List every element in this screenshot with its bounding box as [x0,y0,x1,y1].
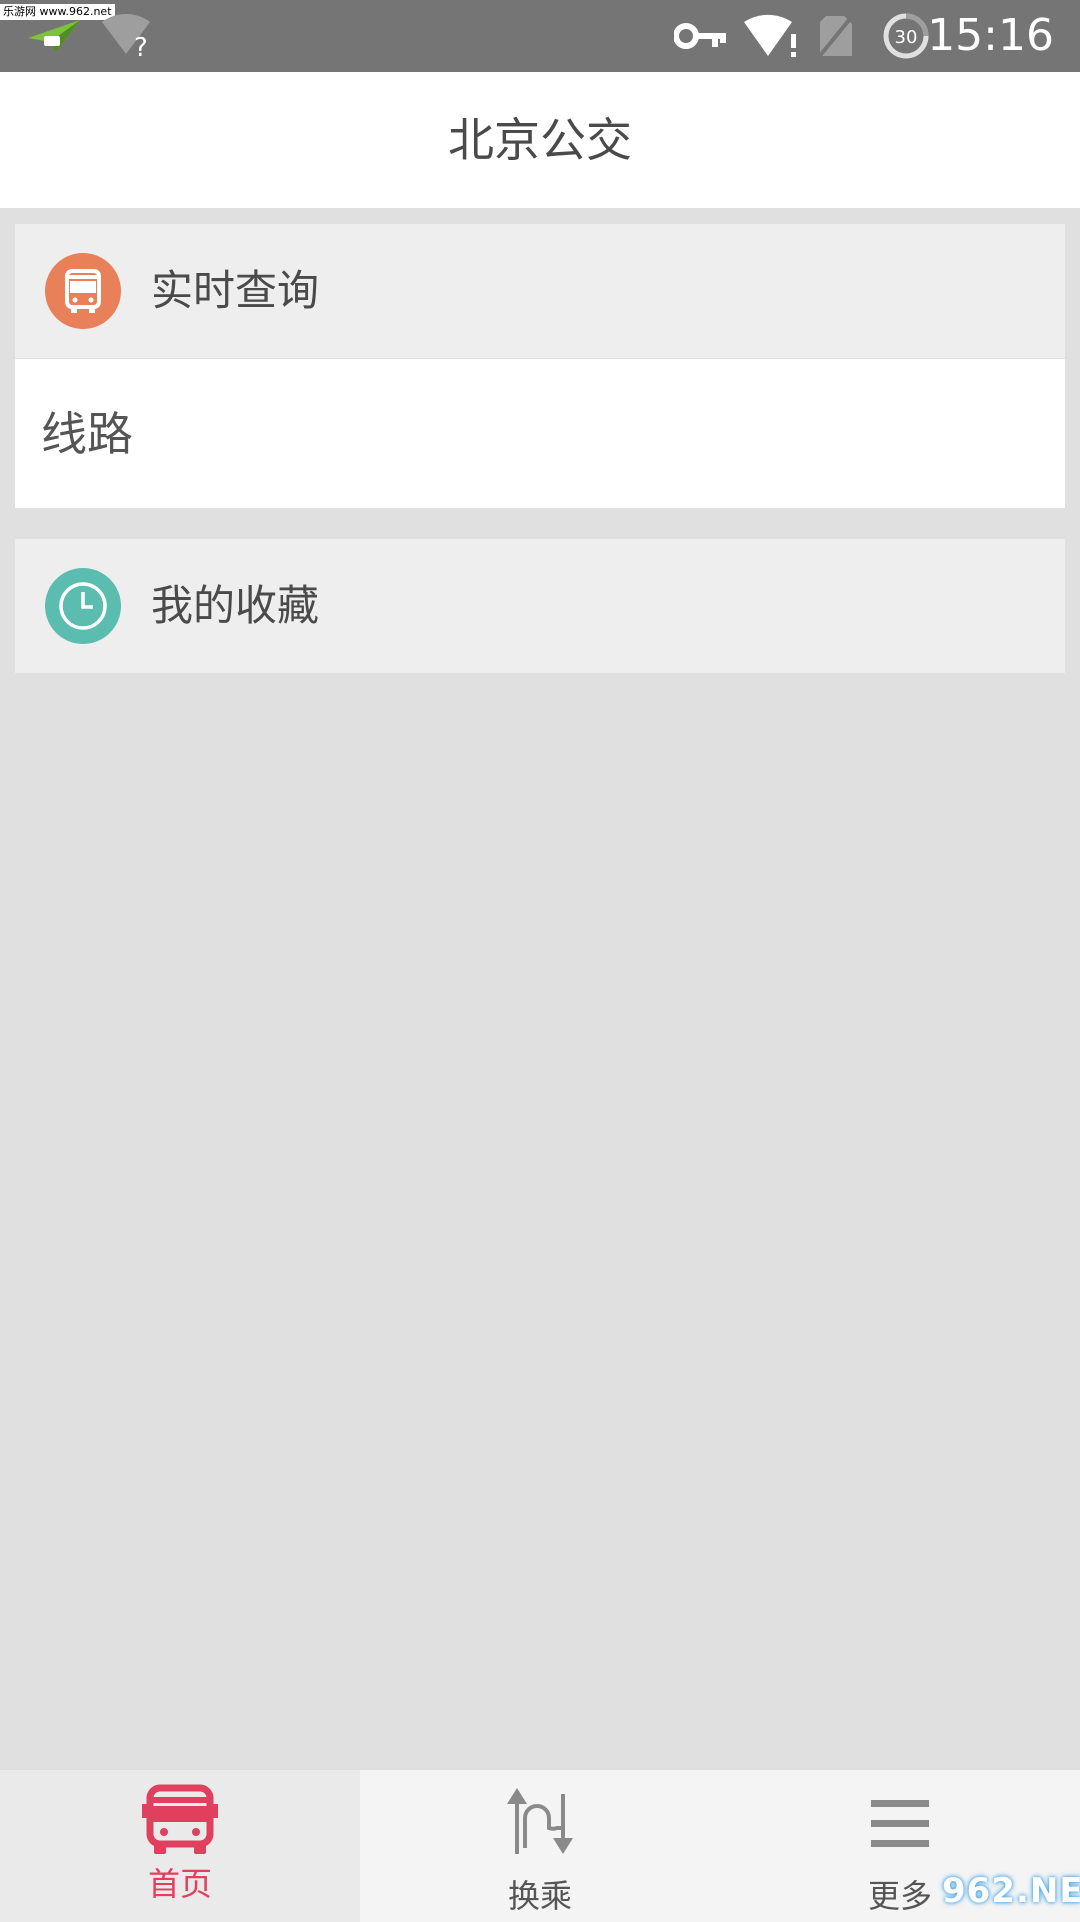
no-sim-icon [818,14,854,58]
nav-home[interactable]: 首页 [0,1770,360,1922]
clock-icon [45,568,121,644]
status-bar: 乐游网 www.962.net ? 30 15:16 [0,0,1080,72]
bottom-nav: 首页 换乘 更多 962.NET [0,1768,1080,1922]
transfer-icon [507,1788,573,1854]
nav-transfer-label: 换乘 [507,1877,572,1915]
nav-home-label: 首页 [147,1865,212,1903]
vpn-key-icon [674,23,726,49]
svg-text:30: 30 [895,27,918,48]
realtime-query-header[interactable]: 实时查询 [15,224,1065,358]
app-bar: 北京公交 [0,72,1080,208]
corner-watermark: 962.NET [942,1871,1080,1911]
svg-text:?: ? [134,33,148,58]
page-title: 北京公交 [448,113,632,167]
wifi-unknown-icon: ? [102,14,150,58]
airdroid-icon [28,20,80,52]
bus-icon [142,1784,218,1854]
clock-time: 15:16 [927,10,1054,61]
nav-transfer[interactable]: 换乘 [360,1770,720,1922]
data-saver-icon: 30 [883,13,929,59]
realtime-query-label: 实时查询 [151,266,320,315]
route-row[interactable]: 线路 [15,359,1065,508]
favorites-label: 我的收藏 [151,581,320,630]
favorites-header[interactable]: 我的收藏 [15,539,1065,673]
wifi-alert-icon [744,14,796,57]
route-label: 线路 [41,407,133,461]
bus-icon [45,253,121,329]
menu-icon [871,1800,929,1847]
